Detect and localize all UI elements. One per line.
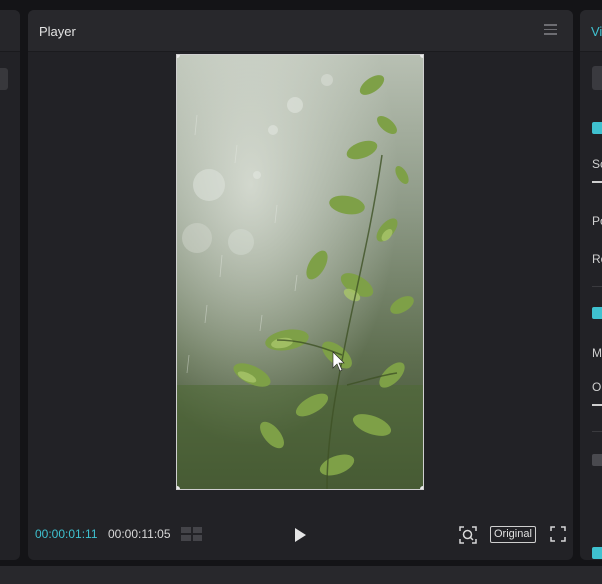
opacity-slider[interactable]	[592, 404, 602, 406]
scan-icon[interactable]	[458, 525, 478, 545]
divider	[592, 431, 602, 432]
total-time: 00:00:11:05	[108, 527, 171, 541]
menu-icon[interactable]	[544, 24, 557, 35]
current-time: 00:00:01:11	[35, 527, 98, 541]
inspector-tab-video[interactable]: Vi	[591, 24, 602, 39]
left-panel	[0, 10, 20, 560]
basic-checkbox[interactable]	[592, 122, 602, 134]
player-controls: 00:00:01:11 00:00:11:05 Original	[28, 518, 573, 552]
scale-label: Sc	[592, 157, 602, 171]
left-panel-input[interactable]	[0, 68, 8, 90]
option-checkbox[interactable]	[592, 454, 602, 466]
play-icon[interactable]	[293, 527, 307, 543]
rotate-label: Ro	[592, 252, 602, 266]
grid-icon[interactable]	[181, 527, 202, 541]
blend-checkbox[interactable]	[592, 307, 602, 319]
option-checkbox-2[interactable]	[592, 547, 602, 559]
inspector-input[interactable]	[592, 66, 602, 90]
opacity-label: O	[592, 380, 602, 394]
editor-window: Player 00:00:01:11 00:00:11:05 Original …	[0, 0, 602, 584]
fullscreen-icon[interactable]	[550, 526, 566, 542]
player-panel: Player 00:00:01:11 00:00:11:05 Original	[28, 10, 573, 560]
scale-slider[interactable]	[592, 181, 602, 183]
position-label: Po	[592, 214, 602, 228]
video-frame-image	[177, 55, 423, 489]
preview-canvas[interactable]	[28, 52, 573, 500]
timeline-strip	[0, 566, 602, 584]
inspector-header: Vi	[580, 10, 602, 52]
inspector-panel: Vi Sc Po Ro M O	[580, 10, 602, 560]
divider	[592, 286, 602, 287]
left-panel-header	[0, 10, 20, 52]
player-header: Player	[28, 10, 573, 52]
mode-label: M	[592, 346, 602, 360]
ratio-original-button[interactable]: Original	[490, 526, 536, 543]
video-preview[interactable]	[176, 54, 424, 490]
player-title: Player	[39, 24, 76, 39]
